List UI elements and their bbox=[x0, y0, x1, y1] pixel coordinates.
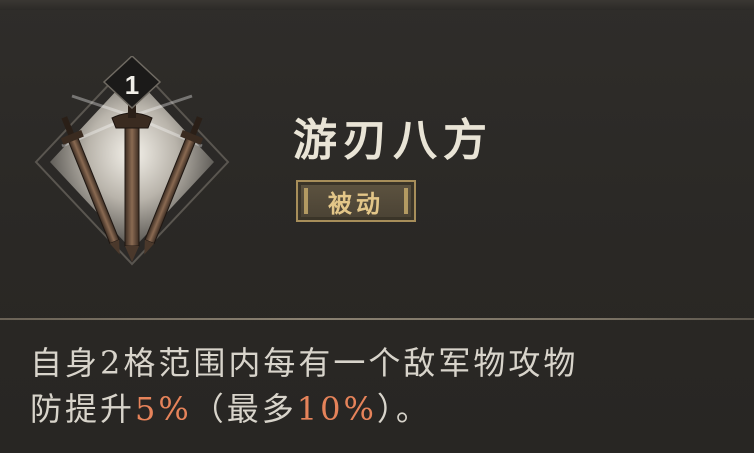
level-number: 1 bbox=[125, 70, 139, 100]
description-prefix: 防提升 bbox=[30, 390, 136, 428]
skill-description: 自身2格范围内每有一个敌军物攻物 防提升5%（最多10%）。 bbox=[30, 340, 750, 432]
bonus-value: 5% bbox=[135, 390, 192, 428]
skill-icon-container: 1 bbox=[32, 56, 232, 266]
skill-tooltip: 1 游刃八方 被动 自身2格范围内每有一个敌军物攻物 防提升5%（最多10%）。 bbox=[0, 0, 754, 453]
description-line-2: 防提升5%（最多10%）。 bbox=[30, 386, 750, 432]
description-mid: （最多 bbox=[191, 390, 297, 428]
description-line-1: 自身2格范围内每有一个敌军物攻物 bbox=[30, 344, 579, 382]
three-swords-icon: 1 bbox=[34, 56, 230, 266]
top-edge bbox=[0, 0, 754, 10]
divider bbox=[0, 318, 754, 320]
max-bonus-value: 10% bbox=[296, 390, 377, 428]
skill-name: 游刃八方 bbox=[293, 115, 493, 166]
description-suffix: ）。 bbox=[376, 390, 431, 428]
passive-tag-label: 被动 bbox=[328, 188, 384, 218]
passive-tag: 被动 bbox=[296, 180, 416, 222]
